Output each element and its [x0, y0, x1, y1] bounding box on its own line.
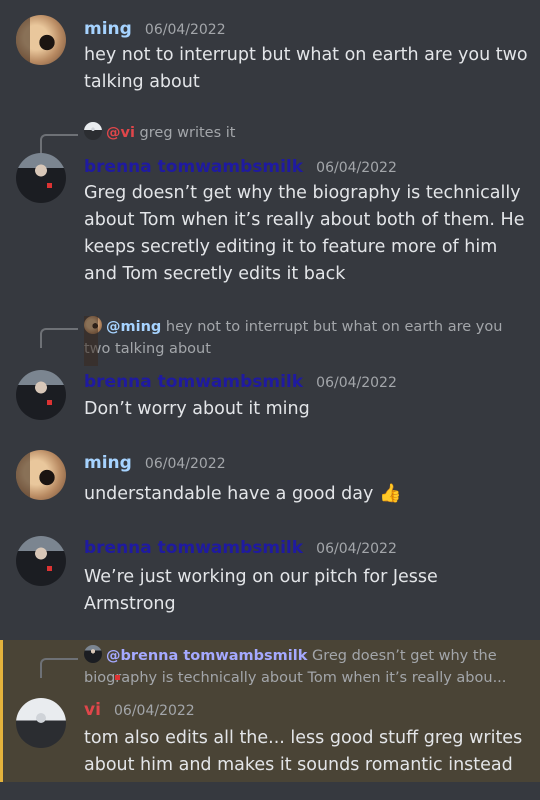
reply-avatar — [84, 645, 102, 663]
message-header: vi 06/04/2022 — [84, 700, 195, 720]
thumbs-up-icon: 👍 — [379, 483, 402, 504]
message-text: understandable have a good day — [84, 484, 374, 504]
reply-mention[interactable]: @brenna tomwambsmilk — [106, 648, 307, 664]
timestamp: 06/04/2022 — [316, 160, 397, 176]
message-text: Don’t worry about it ming — [84, 399, 310, 419]
message-text: We’re just working on our pitch for Jess… — [84, 567, 438, 614]
reply-avatar — [84, 122, 102, 140]
author-name[interactable]: vi — [84, 700, 101, 720]
reply-mention[interactable]: @vi — [106, 125, 135, 141]
author-name[interactable]: ming — [84, 19, 132, 39]
avatar[interactable] — [16, 536, 66, 586]
reply-text: greg writes it — [139, 125, 236, 141]
message-text: hey not to interrupt but what on earth a… — [84, 45, 528, 92]
message-text: Greg doesn’t get why the biography is te… — [84, 183, 525, 284]
author-name[interactable]: brenna tomwambsmilk — [84, 372, 303, 392]
reply-connector — [40, 328, 78, 348]
timestamp: 06/04/2022 — [114, 703, 195, 719]
timestamp: 06/04/2022 — [316, 375, 397, 391]
message-text: tom also edits all the... less good stuf… — [84, 728, 523, 775]
message-header: brenna tomwambsmilk 06/04/2022 — [84, 538, 397, 558]
avatar[interactable] — [16, 15, 66, 65]
message-header: brenna tomwambsmilk 06/04/2022 — [84, 157, 397, 177]
avatar[interactable] — [16, 450, 66, 500]
reply-preview[interactable]: @ming hey not to interrupt but what on e… — [84, 316, 529, 360]
author-name[interactable]: brenna tomwambsmilk — [84, 157, 303, 177]
author-name[interactable]: brenna tomwambsmilk — [84, 538, 303, 558]
reply-connector — [40, 658, 78, 678]
reply-mention[interactable]: @ming — [106, 319, 161, 335]
message-text-container: understandable have a good day 👍 — [84, 480, 530, 508]
message-header: ming 06/04/2022 — [84, 19, 226, 39]
reply-avatar — [84, 316, 102, 334]
reply-preview[interactable]: @vi greg writes it — [84, 122, 529, 144]
avatar[interactable] — [16, 698, 66, 748]
author-name[interactable]: ming — [84, 453, 132, 473]
timestamp: 06/04/2022 — [316, 541, 397, 557]
avatar[interactable] — [16, 370, 66, 420]
message-header: brenna tomwambsmilk 06/04/2022 — [84, 372, 397, 392]
reply-connector — [40, 134, 78, 154]
timestamp: 06/04/2022 — [144, 22, 226, 38]
timestamp: 06/04/2022 — [144, 456, 226, 472]
message-header: ming 06/04/2022 — [84, 453, 226, 473]
reply-preview[interactable]: @brenna tomwambsmilk Greg doesn’t get wh… — [84, 645, 529, 689]
avatar[interactable] — [16, 153, 66, 203]
